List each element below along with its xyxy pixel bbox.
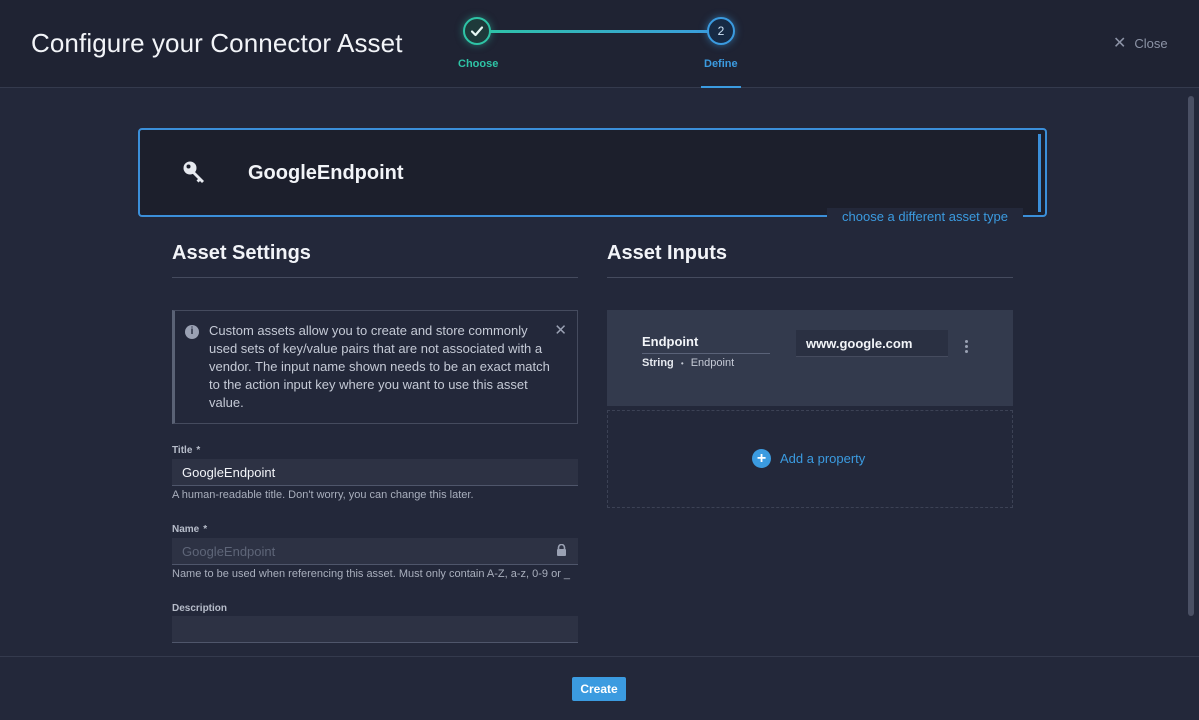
step-define[interactable]: 2 [707, 17, 735, 45]
meta-separator: • [680, 359, 684, 368]
title-label: Title * [172, 445, 201, 456]
change-asset-type-link[interactable]: choose a different asset type [827, 208, 1023, 226]
add-property-button[interactable]: + Add a property [752, 449, 865, 468]
key-icon [183, 161, 204, 183]
property-meta: String • Endpoint [642, 357, 734, 369]
property-key: Endpoint [690, 357, 735, 369]
card-edge-bar [1038, 134, 1041, 212]
plus-icon: + [752, 449, 771, 468]
more-options-icon[interactable] [965, 340, 969, 356]
asset-inputs-heading: Asset Inputs [607, 242, 728, 264]
info-icon: i [185, 325, 199, 339]
stepper: 2 Choose Define [440, 0, 760, 88]
close-button[interactable]: ✕ Close [1113, 34, 1168, 52]
lock-icon [557, 544, 566, 556]
add-property-area: + Add a property [607, 410, 1013, 508]
property-name[interactable]: Endpoint [642, 334, 698, 349]
step-connector [477, 30, 722, 33]
modal-footer: Create [0, 656, 1199, 720]
name-input [172, 538, 578, 565]
name-label: Name * [172, 524, 208, 535]
step-label-define[interactable]: Define [704, 58, 738, 70]
asset-settings-heading: Asset Settings [172, 242, 311, 264]
scrollbar[interactable] [1188, 96, 1194, 616]
add-property-label: Add a property [780, 451, 866, 466]
dismiss-info-icon[interactable]: ✕ [554, 321, 567, 339]
property-type: String [642, 357, 674, 369]
info-text: Custom assets allow you to create and st… [209, 323, 550, 410]
name-help: Name to be used when referencing this as… [172, 568, 571, 580]
step-label-choose[interactable]: Choose [458, 58, 498, 70]
asset-type-card: GoogleEndpoint [138, 128, 1047, 217]
description-input[interactable] [172, 616, 578, 643]
checkmark-icon [470, 26, 484, 37]
close-icon: ✕ [1113, 34, 1127, 52]
close-label: Close [1134, 36, 1168, 51]
property-card: Endpoint String • Endpoint [607, 310, 1013, 406]
asset-type-name: GoogleEndpoint [248, 162, 404, 184]
step-choose[interactable] [463, 17, 491, 45]
create-button[interactable]: Create [572, 677, 626, 701]
section-divider [172, 277, 578, 278]
property-value-input[interactable] [796, 330, 948, 357]
page-title: Configure your Connector Asset [31, 28, 403, 58]
info-callout: i Custom assets allow you to create and … [172, 310, 578, 424]
section-divider [607, 277, 1013, 278]
title-input[interactable] [172, 459, 578, 486]
description-label: Description [172, 603, 228, 614]
step-number: 2 [717, 24, 725, 38]
property-name-underline [642, 353, 770, 354]
title-help: A human-readable title. Don't worry, you… [172, 489, 474, 501]
active-step-indicator [701, 86, 741, 88]
modal-header: Configure your Connector Asset 2 Choose … [0, 0, 1199, 88]
